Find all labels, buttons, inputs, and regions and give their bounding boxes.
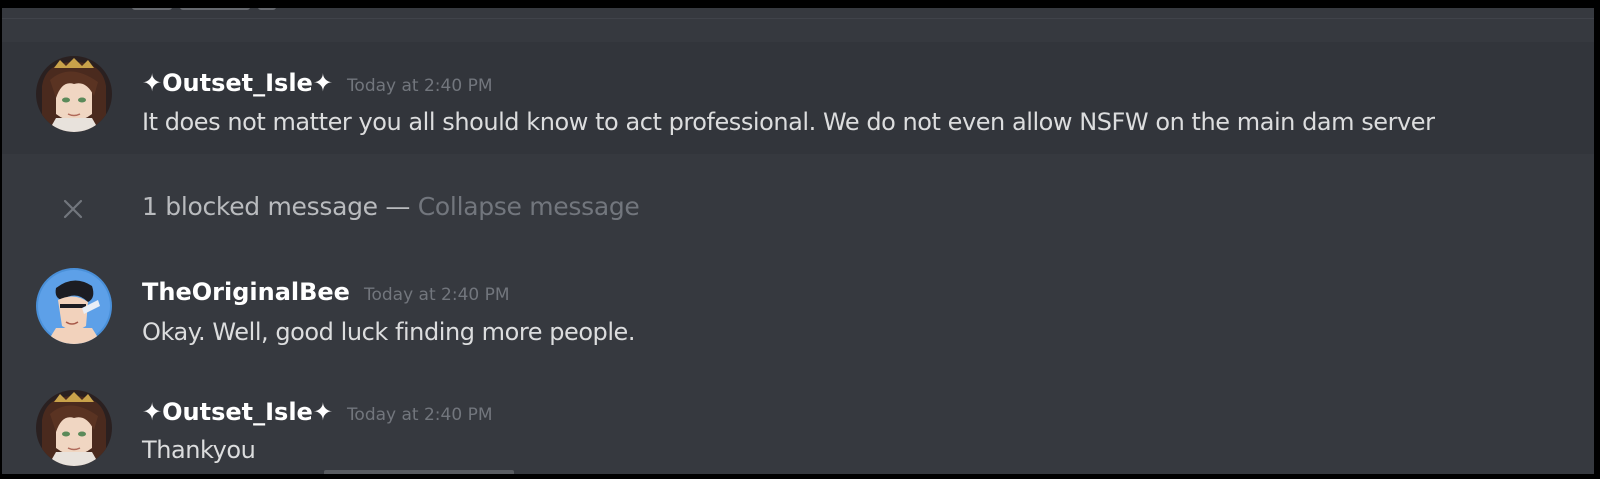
- screenshot-frame: ✦Outset_Isle✦ Today at 2:40 PM It does n…: [0, 0, 1600, 479]
- user-avatar[interactable]: [36, 56, 112, 132]
- timestamp[interactable]: Today at 2:40 PM: [364, 285, 510, 305]
- previous-message-fragment: [132, 8, 332, 12]
- timestamp[interactable]: Today at 2:40 PM: [347, 76, 493, 96]
- username[interactable]: ✦Outset_Isle✦: [142, 398, 333, 426]
- user-avatar[interactable]: [36, 268, 112, 344]
- message-divider: [2, 18, 1594, 19]
- username[interactable]: ✦Outset_Isle✦: [142, 69, 333, 97]
- blocked-count: 1 blocked message: [142, 192, 378, 221]
- message-header: ✦Outset_Isle✦ Today at 2:40 PM: [142, 398, 493, 426]
- blocked-message-row: 1 blocked message — Collapse message: [2, 180, 1594, 236]
- blocked-message-text: 1 blocked message — Collapse message: [142, 192, 640, 221]
- message-content: It does not matter you all should know t…: [142, 108, 1435, 136]
- outset-isle-avatar-icon: [36, 390, 112, 466]
- user-avatar[interactable]: [36, 390, 112, 466]
- next-message-fragment: [324, 470, 514, 474]
- outset-isle-avatar-icon: [36, 56, 112, 132]
- close-icon[interactable]: [62, 198, 84, 220]
- message-content: Thankyou: [142, 436, 256, 464]
- message-item[interactable]: TheOriginalBee Today at 2:40 PM Okay. We…: [2, 256, 1594, 356]
- username[interactable]: TheOriginalBee: [142, 278, 350, 306]
- message-item[interactable]: ✦Outset_Isle✦ Today at 2:40 PM Thankyou: [2, 378, 1594, 474]
- chat-messages-pane: ✦Outset_Isle✦ Today at 2:40 PM It does n…: [2, 8, 1594, 474]
- message-content: Okay. Well, good luck finding more peopl…: [142, 318, 636, 346]
- message-header: ✦Outset_Isle✦ Today at 2:40 PM: [142, 69, 493, 97]
- timestamp[interactable]: Today at 2:40 PM: [347, 405, 493, 425]
- message-item[interactable]: ✦Outset_Isle✦ Today at 2:40 PM It does n…: [2, 42, 1594, 154]
- message-header: TheOriginalBee Today at 2:40 PM: [142, 278, 510, 306]
- blocked-separator: —: [385, 192, 411, 221]
- theoriginalbee-avatar-icon: [36, 268, 112, 344]
- collapse-message-link[interactable]: Collapse message: [418, 192, 640, 221]
